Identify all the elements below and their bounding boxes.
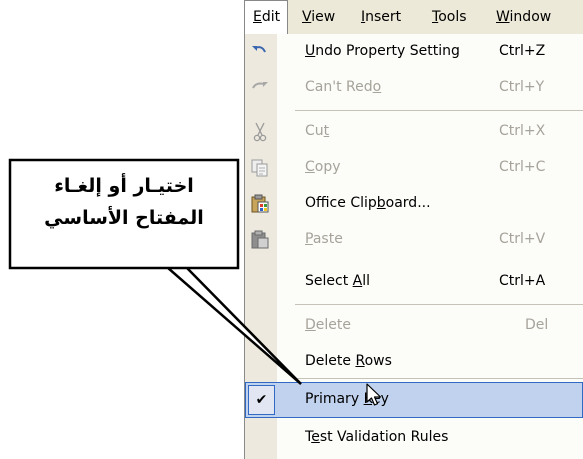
screenshot-stage: Edit View Insert Tools Window Undo Prope… <box>0 0 583 459</box>
callout-line-2: المفتاح الأساسي <box>44 207 204 229</box>
callout-line-1: اختيـار أو إلغـاء <box>54 175 194 197</box>
callout-text: اختيـار أو إلغـاء المفتاح الأساسي <box>10 170 238 260</box>
